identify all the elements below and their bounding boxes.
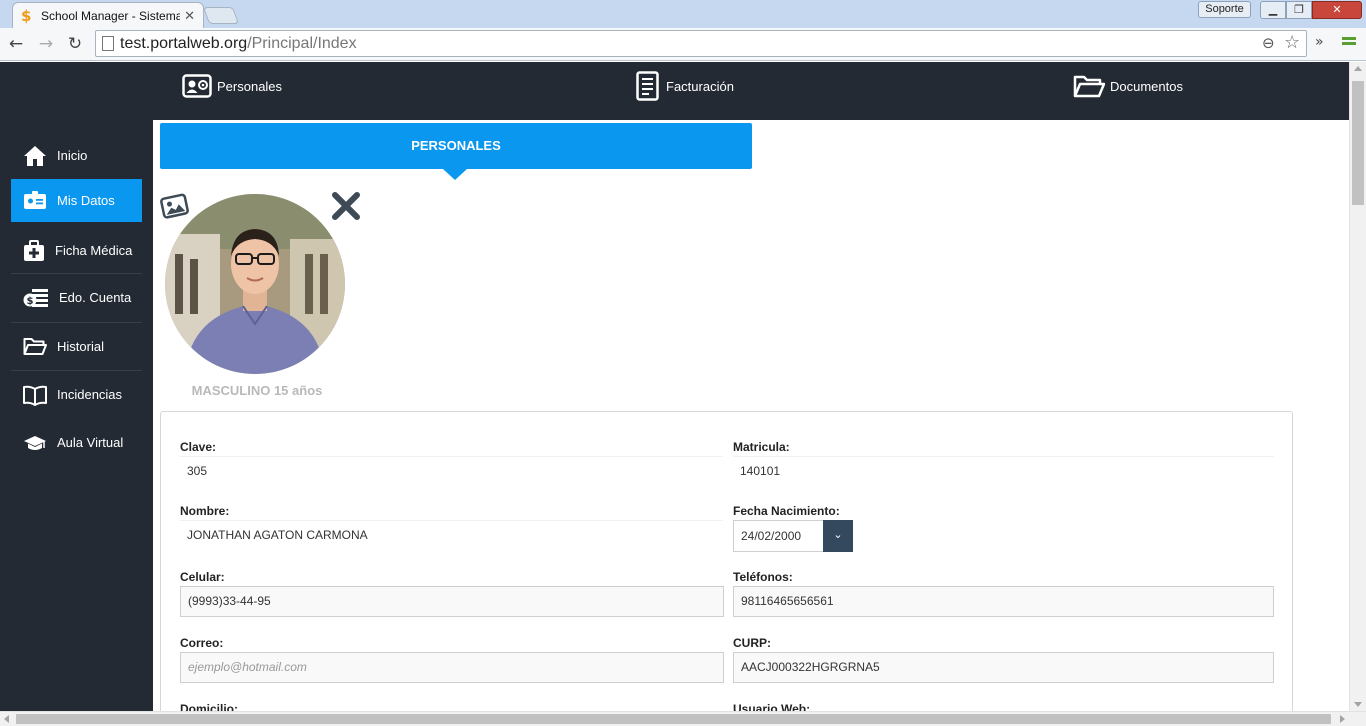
- curp-label: CURP:: [733, 636, 771, 650]
- id-badge-icon: [24, 190, 46, 209]
- zoom-icon[interactable]: ⊖: [1262, 34, 1275, 52]
- sidebar-item-label: Mis Datos: [57, 193, 115, 208]
- maximize-button[interactable]: ❐: [1286, 1, 1312, 19]
- topnav-personales[interactable]: Personales: [182, 72, 282, 100]
- money-icon: $: [23, 288, 48, 307]
- topnav-facturacion[interactable]: Facturación: [635, 71, 734, 101]
- browser-menu-icon[interactable]: [1342, 37, 1356, 49]
- fecha-nacimiento-field[interactable]: 24/02/2000 ⌄: [733, 520, 853, 552]
- clave-value: 305: [180, 456, 723, 486]
- remove-photo-button[interactable]: [330, 190, 362, 227]
- matricula-label: Matricula:: [733, 440, 790, 454]
- sidebar-item-ficha-medica[interactable]: Ficha Médica: [11, 229, 142, 272]
- window-titlebar: $ School Manager - Sistema ✕ Soporte ▁ ❐…: [0, 0, 1366, 28]
- topnav-documentos[interactable]: Documentos: [1073, 72, 1183, 100]
- vertical-scroll-thumb[interactable]: [1352, 81, 1364, 205]
- page-icon: [102, 36, 114, 51]
- page-viewport: Personales Facturación Documentos Inicio…: [0, 62, 1349, 711]
- sidebar-item-incidencias[interactable]: Incidencias: [11, 373, 142, 416]
- fecha-nacimiento-label: Fecha Nacimiento:: [733, 504, 840, 518]
- reload-icon[interactable]: ↻: [63, 32, 87, 56]
- new-tab-button[interactable]: [202, 7, 240, 24]
- usuario-web-label: Usuario Web:: [733, 702, 811, 711]
- telefonos-input[interactable]: 98116465656561: [733, 586, 1274, 617]
- home-icon: [24, 145, 46, 166]
- sidebar-item-label: Historial: [57, 339, 104, 354]
- address-bar[interactable]: test.portalweb.org/Principal/Index ⊖ ☆: [95, 30, 1307, 57]
- sidebar-divider: [11, 273, 142, 274]
- url-text[interactable]: test.portalweb.org/Principal/Index: [120, 35, 357, 53]
- sidebar-item-edo-cuenta[interactable]: $ Edo. Cuenta: [11, 276, 142, 319]
- horizontal-scrollbar[interactable]: [0, 711, 1366, 726]
- id-card-icon: [182, 74, 212, 98]
- nombre-value: JONATHAN AGATON CARMONA: [180, 520, 723, 550]
- browser-tab[interactable]: $ School Manager - Sistema ✕: [12, 2, 204, 28]
- scroll-right-arrow-icon[interactable]: [1340, 715, 1345, 723]
- image-upload-icon: [160, 193, 189, 219]
- sidebar-item-aula-virtual[interactable]: Aula Virtual: [11, 421, 142, 464]
- svg-text:$: $: [27, 296, 34, 307]
- personal-data-form: Clave: 305 Matricula: 140101 Nombre: JON…: [160, 411, 1293, 711]
- date-picker-button[interactable]: ⌄: [823, 520, 853, 552]
- section-tab-personales[interactable]: PERSONALES: [160, 123, 752, 169]
- sidebar-item-label: Ficha Médica: [55, 243, 133, 258]
- bookmark-star-icon[interactable]: ☆: [1284, 32, 1300, 53]
- back-arrow-icon[interactable]: ←: [4, 32, 28, 56]
- sidebar-item-historial[interactable]: Historial: [11, 325, 142, 368]
- matricula-value: 140101: [733, 456, 1274, 486]
- folder-icon: [23, 338, 47, 355]
- topnav-label: Facturación: [666, 78, 734, 94]
- sidebar: Inicio Mis Datos Ficha Médica $ Edo. Cue…: [0, 120, 153, 711]
- close-icon: [332, 192, 360, 220]
- top-navigation: Personales Facturación Documentos: [0, 62, 1349, 120]
- domicilio-label: Domicilio:: [180, 702, 239, 711]
- sidebar-item-inicio[interactable]: Inicio: [11, 134, 142, 177]
- chevron-down-icon: ⌄: [833, 528, 843, 541]
- scroll-left-arrow-icon[interactable]: [4, 715, 9, 723]
- horizontal-scroll-thumb[interactable]: [16, 714, 1331, 724]
- sidebar-divider: [11, 322, 142, 323]
- telefonos-label: Teléfonos:: [733, 570, 793, 584]
- tab-title: School Manager - Sistema: [41, 8, 181, 23]
- sidebar-item-mis-datos[interactable]: Mis Datos: [11, 179, 142, 222]
- medical-kit-icon: [24, 239, 44, 261]
- vertical-scrollbar[interactable]: [1349, 62, 1366, 711]
- scroll-down-arrow-icon[interactable]: [1354, 702, 1362, 707]
- curp-input[interactable]: AACJ000322HGRGRNA5: [733, 652, 1274, 683]
- browser-toolbar: ← → ↻ test.portalweb.org/Principal/Index…: [0, 28, 1366, 61]
- section-tab-pointer: [443, 169, 467, 180]
- profile-photo: [165, 194, 345, 374]
- minimize-button[interactable]: ▁: [1260, 1, 1286, 19]
- graduation-cap-icon: [24, 435, 46, 450]
- nombre-label: Nombre:: [180, 504, 230, 518]
- celular-input[interactable]: (9993)33-44-95: [180, 586, 724, 617]
- scroll-up-arrow-icon[interactable]: [1354, 66, 1362, 71]
- close-window-button[interactable]: ✕: [1312, 1, 1362, 19]
- correo-input[interactable]: ejemplo@hotmail.com: [180, 652, 724, 683]
- gender-age-caption: MASCULINO 15 años: [191, 383, 323, 398]
- upload-photo-button[interactable]: [160, 192, 190, 225]
- invoice-icon: [636, 71, 659, 101]
- clave-label: Clave:: [180, 440, 217, 454]
- celular-label: Celular:: [180, 570, 225, 584]
- sidebar-item-label: Edo. Cuenta: [59, 290, 132, 305]
- sidebar-item-label: Incidencias: [57, 387, 123, 402]
- forward-arrow-icon[interactable]: →: [34, 32, 58, 56]
- school-manager-favicon-icon: $: [21, 6, 32, 25]
- sidebar-item-label: Inicio: [57, 148, 88, 163]
- book-icon: [23, 385, 47, 406]
- folder-open-icon: [1073, 75, 1105, 98]
- topnav-label: Personales: [217, 78, 283, 94]
- correo-label: Correo:: [180, 636, 224, 650]
- tab-close-icon[interactable]: ✕: [184, 8, 195, 24]
- sidebar-divider: [11, 370, 142, 371]
- main-content: PERSONALES MASCULINO 15 años Clave: 305 …: [153, 120, 1349, 711]
- fecha-nacimiento-value: 24/02/2000: [741, 529, 802, 543]
- soporte-button[interactable]: Soporte: [1198, 1, 1251, 18]
- sidebar-item-label: Aula Virtual: [57, 435, 124, 450]
- extensions-overflow-icon[interactable]: »: [1315, 34, 1324, 50]
- topnav-label: Documentos: [1110, 78, 1183, 94]
